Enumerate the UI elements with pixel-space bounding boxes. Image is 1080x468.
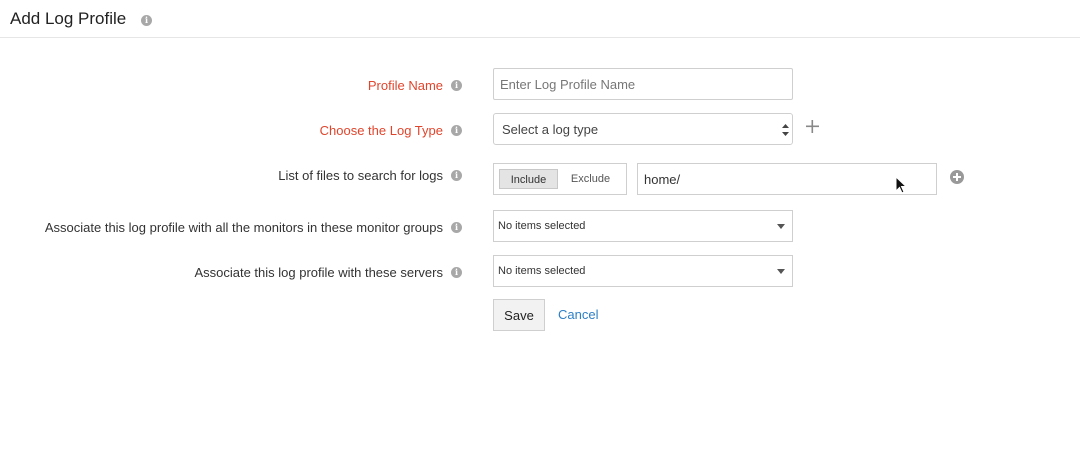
- include-exclude-toggle: Include Exclude: [493, 163, 627, 195]
- page-header: Add Log Profile i: [0, 0, 1080, 38]
- info-icon[interactable]: i: [451, 222, 462, 233]
- save-button[interactable]: Save: [493, 299, 545, 331]
- servers-select-value: No items selected: [498, 265, 586, 277]
- caret-down-icon: [777, 269, 785, 274]
- info-icon[interactable]: i: [141, 15, 152, 26]
- info-icon[interactable]: i: [451, 80, 462, 91]
- monitor-groups-select-value: No items selected: [498, 220, 586, 232]
- caret-down-icon: [777, 224, 785, 229]
- select-arrows-icon: [782, 124, 789, 136]
- monitor-groups-select[interactable]: No items selected: [493, 210, 793, 242]
- log-type-select[interactable]: Select a log type: [493, 113, 793, 145]
- profile-name-input[interactable]: [493, 68, 793, 100]
- log-type-label: Choose the Log Type: [319, 123, 443, 138]
- monitor-groups-label: Associate this log profile with all the …: [44, 220, 443, 235]
- page-title: Add Log Profile: [10, 9, 127, 28]
- servers-select[interactable]: No items selected: [493, 255, 793, 287]
- servers-label: Associate this log profile with these se…: [194, 265, 443, 280]
- info-icon[interactable]: i: [451, 125, 462, 136]
- file-path-input[interactable]: [637, 163, 937, 195]
- info-icon[interactable]: i: [451, 170, 462, 181]
- profile-name-label: Profile Name: [367, 78, 443, 93]
- include-toggle-button[interactable]: Include: [499, 169, 558, 189]
- exclude-toggle-button[interactable]: Exclude: [560, 169, 621, 189]
- info-icon[interactable]: i: [451, 267, 462, 278]
- log-type-select-value: Select a log type: [502, 122, 599, 137]
- cancel-link[interactable]: Cancel: [558, 307, 598, 322]
- plus-icon[interactable]: [805, 119, 820, 134]
- mouse-cursor-icon: [895, 176, 907, 194]
- add-circle-icon[interactable]: [950, 170, 964, 184]
- files-label: List of files to search for logs: [278, 168, 443, 183]
